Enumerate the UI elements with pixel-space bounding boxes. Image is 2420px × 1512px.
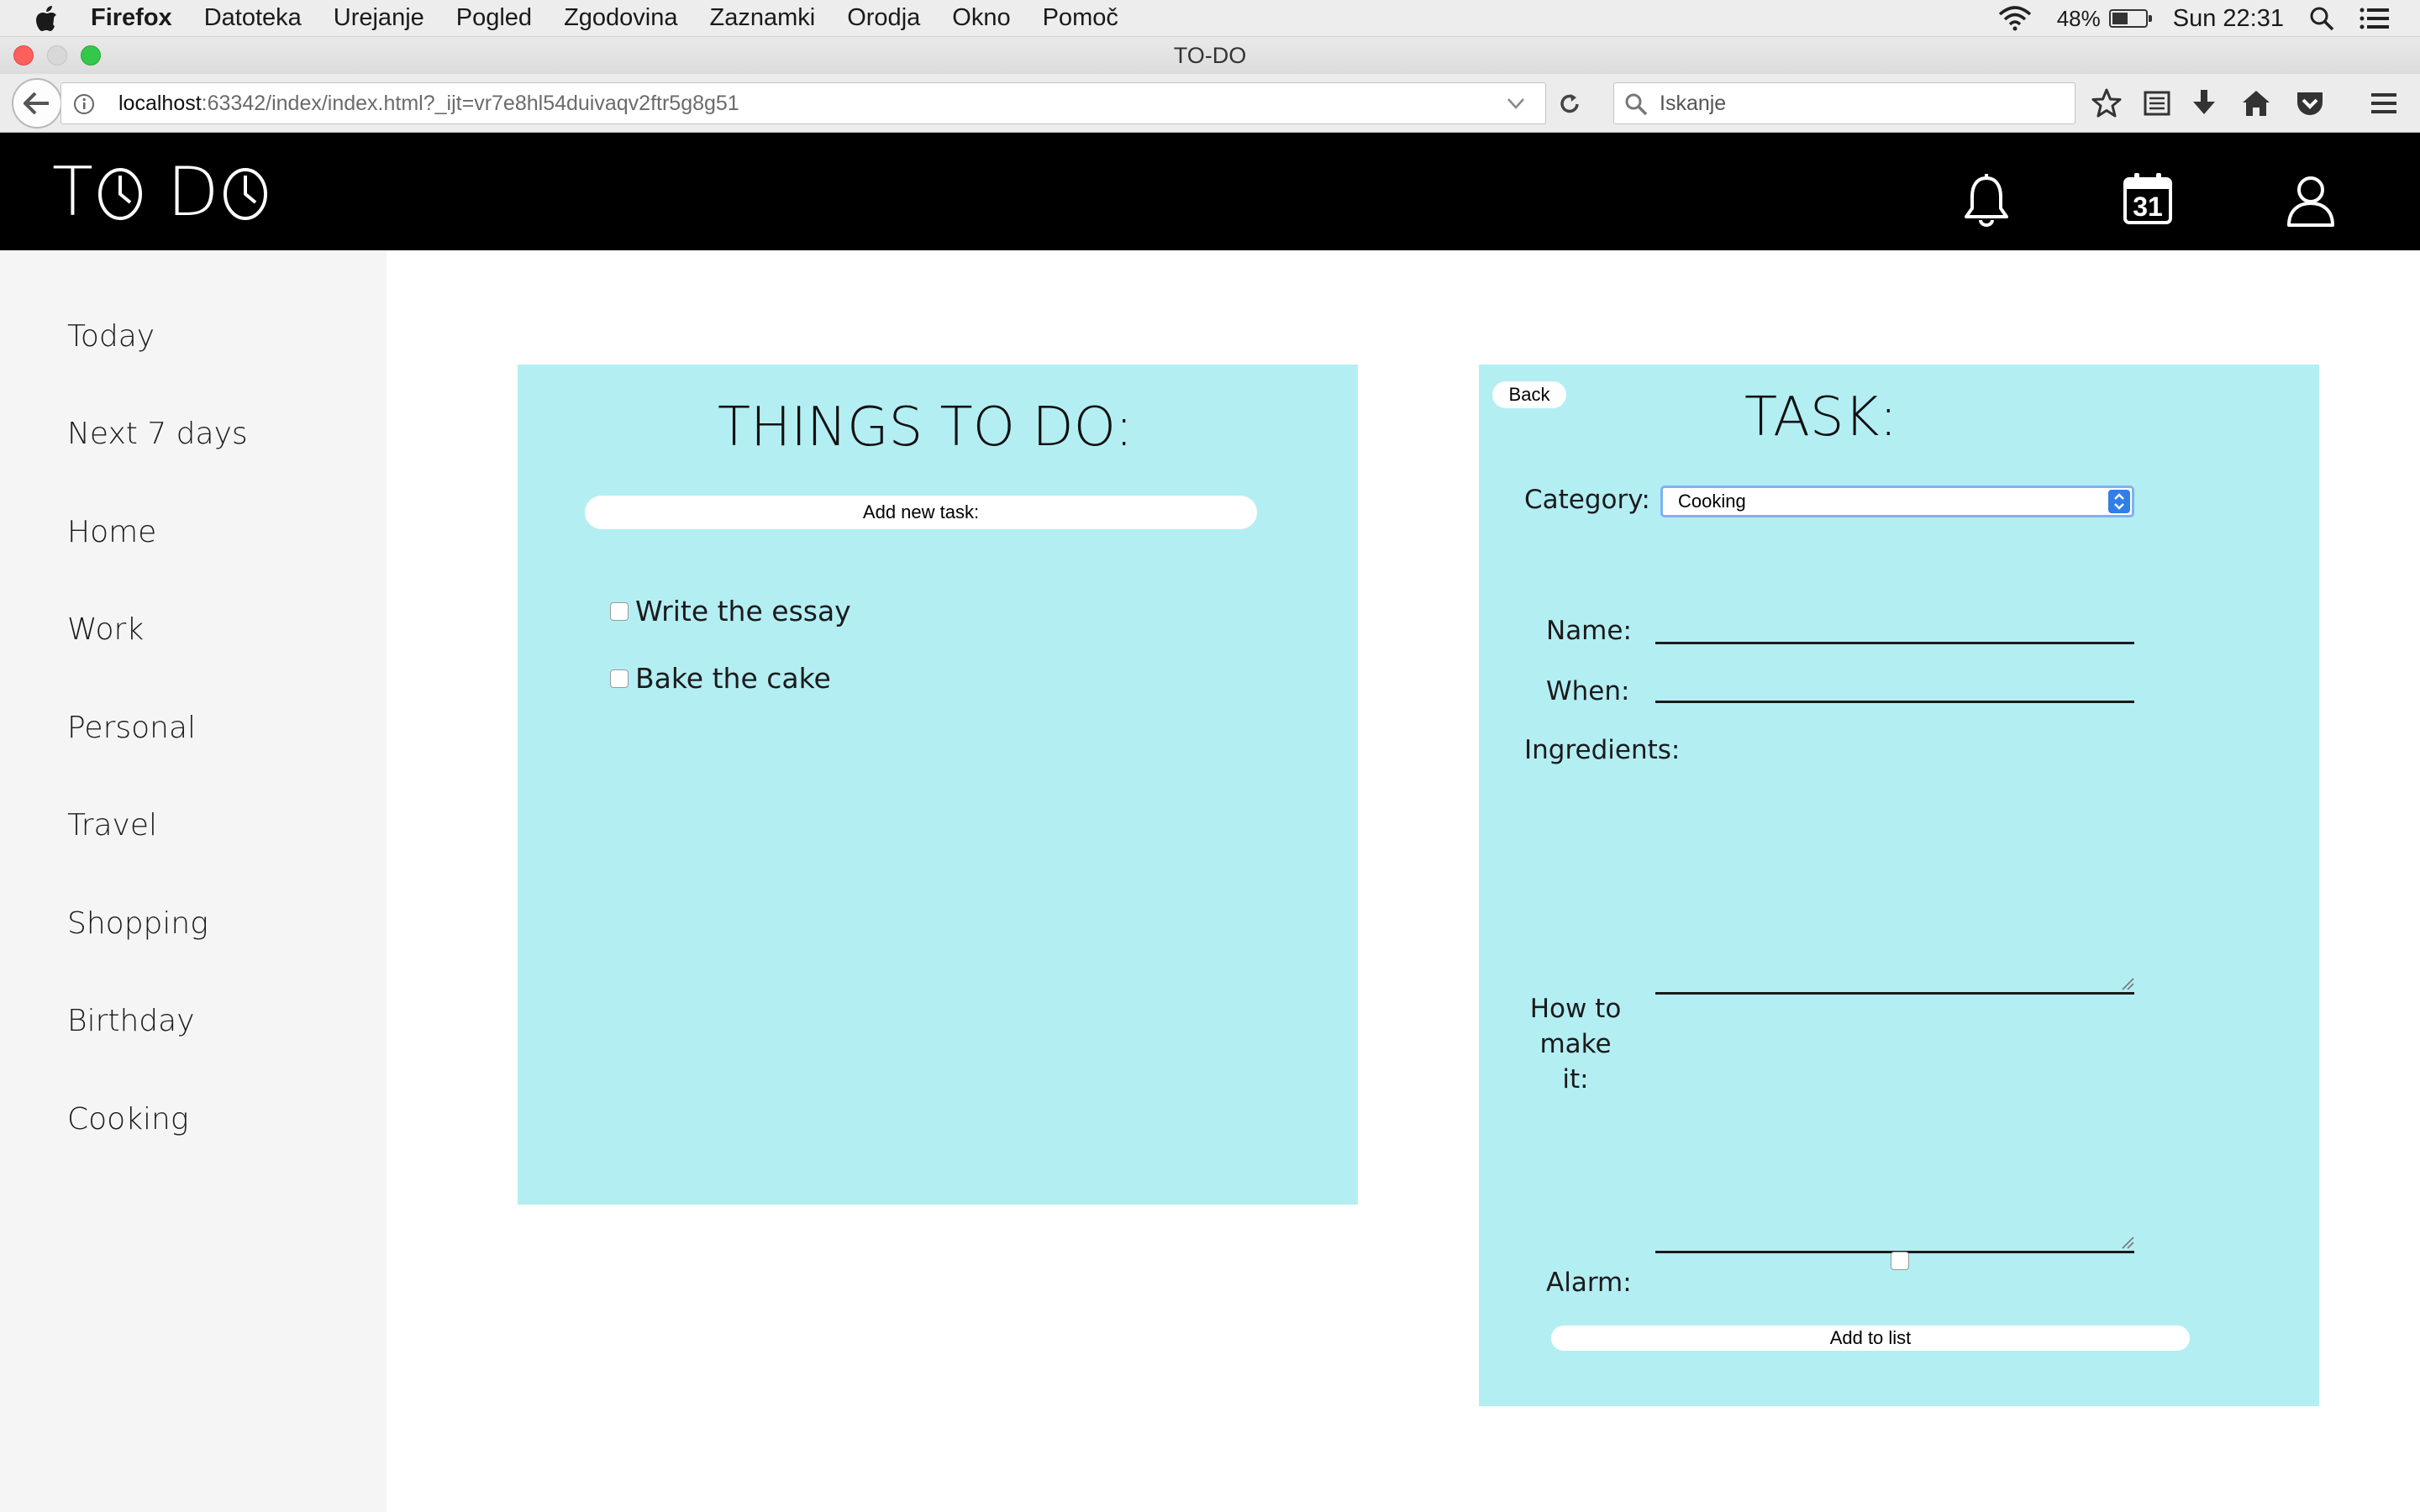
menu-okno[interactable]: Okno <box>952 4 1010 32</box>
things-title: THINGS TO DO: <box>718 396 1134 459</box>
how-to-make-label-line-1: How to <box>1529 994 1622 1024</box>
menubar-clock[interactable]: Sun 22:31 <box>2173 5 2284 33</box>
how-to-make-textarea[interactable] <box>1655 995 2134 1253</box>
task-form-panel: Back TASK: Category: Cooking Name: When:… <box>1479 365 2319 1406</box>
chevron-down-icon[interactable] <box>1507 97 1525 110</box>
url-bar[interactable]: localhost:63342/index/index.html?_ijt=vr… <box>60 82 1579 124</box>
ingredients-textarea[interactable] <box>1655 768 2134 995</box>
back-button[interactable] <box>12 78 62 129</box>
sidebar-item-work[interactable]: Work <box>67 612 144 647</box>
hamburger-menu-icon[interactable] <box>2368 87 2400 119</box>
apple-logo-icon[interactable] <box>34 4 59 33</box>
menu-urejanje[interactable]: Urejanje <box>334 4 424 32</box>
search-bar[interactable]: Iskanje <box>1613 82 2075 124</box>
calendar-icon[interactable]: 31 <box>2123 171 2173 225</box>
window-zoom-button[interactable] <box>81 45 101 66</box>
macos-menu-bar: Firefox Datoteka Urejanje Pogled Zgodovi… <box>0 0 2420 37</box>
name-input[interactable] <box>1655 642 2134 644</box>
add-to-list-button[interactable]: Add to list <box>1551 1326 2190 1351</box>
menu-datoteka[interactable]: Datoteka <box>204 4 302 32</box>
menu-pomoc[interactable]: Pomoč <box>1043 4 1118 32</box>
app-logo[interactable]: T D <box>52 153 271 231</box>
battery-percent: 48% <box>2056 5 2101 31</box>
how-to-make-label: How to make it: <box>1529 991 1622 1097</box>
resize-grip-icon[interactable] <box>2119 1234 2134 1249</box>
url-host: localhost <box>118 92 202 115</box>
menu-zaznamki[interactable]: Zaznamki <box>710 4 816 32</box>
window-minimize-button[interactable] <box>47 45 67 66</box>
resize-grip-icon[interactable] <box>2119 975 2134 990</box>
arrow-left-icon <box>24 92 49 115</box>
user-icon[interactable] <box>2284 173 2338 227</box>
back-button[interactable]: Back <box>1492 381 1566 408</box>
sidebar-item-shopping[interactable]: Shopping <box>67 906 208 941</box>
home-icon[interactable] <box>2240 87 2272 119</box>
url-path: :63342/index/index.html?_ijt=vr7e8hl54du… <box>201 92 739 115</box>
when-input[interactable] <box>1655 701 2134 703</box>
task-label: Write the essay <box>635 595 851 627</box>
reading-list-icon[interactable] <box>2141 87 2173 119</box>
task-title: TASK: <box>1744 386 1898 449</box>
sidebar-item-next-7-days[interactable]: Next 7 days <box>67 417 248 451</box>
ingredients-label: Ingredients: <box>1524 735 1681 765</box>
clock-icon <box>224 168 268 220</box>
how-to-make-label-line-2: make it: <box>1539 1029 1612 1095</box>
task-checkbox[interactable] <box>610 669 629 688</box>
logo-letter-t: T <box>52 152 95 231</box>
wifi-icon[interactable] <box>1998 6 2032 31</box>
menu-pogled[interactable]: Pogled <box>456 4 532 32</box>
spotlight-search-icon[interactable] <box>2309 6 2334 31</box>
window-title: TO-DO <box>1173 43 1247 68</box>
sidebar-item-birthday[interactable]: Birthday <box>67 1004 195 1038</box>
select-arrows-icon <box>2108 490 2130 513</box>
window-close-button[interactable] <box>13 45 34 66</box>
pocket-icon[interactable] <box>2294 87 2326 119</box>
sidebar-item-personal[interactable]: Personal <box>67 711 196 745</box>
when-label: When: <box>1546 676 1630 706</box>
notification-center-icon[interactable] <box>2360 7 2390 30</box>
download-icon[interactable] <box>2188 87 2220 119</box>
search-placeholder: Iskanje <box>1660 92 1727 115</box>
task-label: Bake the cake <box>635 662 831 695</box>
browser-toolbar: localhost:63342/index/index.html?_ijt=vr… <box>0 74 2420 133</box>
alarm-checkbox[interactable] <box>1891 1252 1909 1270</box>
sidebar-item-travel[interactable]: Travel <box>67 808 157 843</box>
bookmark-star-icon[interactable] <box>2091 87 2123 119</box>
category-label: Category: <box>1524 485 1650 515</box>
menu-app-name[interactable]: Firefox <box>91 4 172 32</box>
reload-icon[interactable] <box>1557 92 1582 117</box>
task-checkbox[interactable] <box>610 601 629 621</box>
battery-icon[interactable] <box>2108 9 2152 28</box>
sidebar-item-cooking[interactable]: Cooking <box>67 1102 188 1137</box>
app-header: T D 31 <box>0 133 2420 250</box>
task-item[interactable]: Write the essay <box>610 595 851 627</box>
bell-icon[interactable] <box>1960 173 2013 227</box>
sidebar-item-home[interactable]: Home <box>67 515 156 549</box>
search-icon <box>1625 93 1648 116</box>
site-info-icon[interactable] <box>73 93 95 115</box>
alarm-label: Alarm: <box>1546 1268 1632 1298</box>
sidebar: Today Next 7 days Home Work Personal Tra… <box>0 250 387 1512</box>
menu-zgodovina[interactable]: Zgodovina <box>564 4 677 32</box>
window-title-bar: TO-DO <box>0 37 2420 74</box>
menubar-status-area: 48% Sun 22:31 <box>1973 0 2390 37</box>
url-text[interactable]: localhost:63342/index/index.html?_ijt=vr… <box>118 83 739 123</box>
menu-orodja[interactable]: Orodja <box>847 4 920 32</box>
category-select[interactable]: Cooking <box>1660 486 2134 517</box>
category-selected-value: Cooking <box>1678 491 1746 512</box>
calendar-day: 31 <box>2133 192 2163 222</box>
sidebar-item-today[interactable]: Today <box>67 319 155 354</box>
clock-icon <box>97 168 142 220</box>
logo-letter-d: D <box>166 152 221 231</box>
add-new-task-button[interactable]: Add new task: <box>585 496 1257 529</box>
task-item[interactable]: Bake the cake <box>610 662 831 695</box>
name-label: Name: <box>1546 616 1632 646</box>
things-to-do-panel: THINGS TO DO: Add new task: Write the es… <box>518 365 1358 1205</box>
